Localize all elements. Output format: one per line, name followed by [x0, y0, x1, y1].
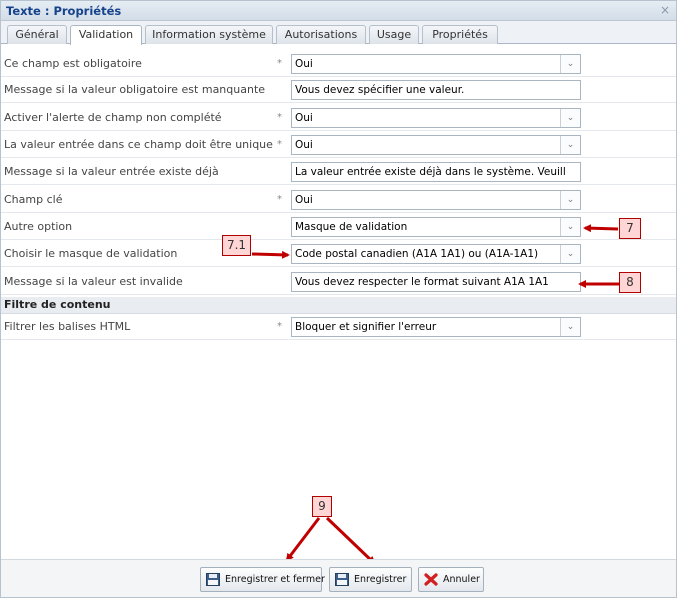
tab-properties[interactable]: Propriétés	[422, 25, 498, 44]
missing-value-message-input[interactable]: Vous devez spécifier une valeur.	[291, 80, 581, 100]
select-value: Masque de validation	[295, 221, 408, 233]
select-value: Oui	[295, 139, 313, 151]
red-x-icon	[424, 573, 438, 586]
row-incomplete-alert: Activer l'alerte de champ non complété *…	[1, 105, 676, 131]
duplicate-value-message-input[interactable]: La valeur entrée existe déjà dans le sys…	[291, 162, 581, 182]
cancel-button[interactable]: Annuler	[418, 567, 484, 592]
select-value: Oui	[295, 58, 313, 70]
required-marker: *	[277, 194, 282, 205]
tab-usage[interactable]: Usage	[369, 25, 419, 44]
arrow-9-left	[285, 517, 321, 562]
button-label: Enregistrer et fermer	[225, 574, 325, 585]
field-label: Activer l'alerte de champ non complété	[4, 111, 222, 124]
row-duplicate-message: Message si la valeur entrée existe déjà …	[1, 159, 676, 185]
select-value: Oui	[295, 112, 313, 124]
row-key-field: Champ clé * Oui ⌄	[1, 187, 676, 213]
field-label: Choisir le masque de validation	[4, 247, 178, 260]
required-marker: *	[277, 58, 282, 69]
window-titlebar: Texte : Propriétés ×	[1, 1, 676, 21]
chevron-down-icon[interactable]: ⌄	[560, 318, 580, 336]
row-html-filter: Filtrer les balises HTML * Bloquer et si…	[1, 314, 676, 340]
floppy-disk-icon	[335, 573, 349, 586]
row-validation-mask: Choisir le masque de validation Code pos…	[1, 241, 676, 267]
chevron-down-icon[interactable]: ⌄	[560, 55, 580, 73]
save-button[interactable]: Enregistrer	[329, 567, 412, 592]
window-title: Texte : Propriétés	[6, 4, 122, 18]
row-other-option: Autre option Masque de validation ⌄	[1, 214, 676, 240]
field-label: Champ clé	[4, 193, 63, 206]
tab-system-information[interactable]: Information système	[145, 25, 273, 44]
field-label: Message si la valeur entrée existe déjà	[4, 165, 219, 178]
tab-permissions[interactable]: Autorisations	[276, 25, 366, 44]
section-content-filter: Filtre de contenu	[1, 297, 676, 314]
callout-8: 8	[619, 272, 641, 293]
required-select[interactable]: Oui ⌄	[291, 54, 581, 74]
row-required-field: Ce champ est obligatoire * Oui ⌄	[1, 51, 676, 77]
chevron-down-icon[interactable]: ⌄	[560, 136, 580, 154]
save-and-close-button[interactable]: Enregistrer et fermer	[200, 567, 325, 592]
arrow-9-right	[325, 516, 376, 565]
callout-7: 7	[619, 218, 641, 239]
field-label: Message si la valeur est invalide	[4, 275, 183, 288]
tab-general[interactable]: Général	[7, 25, 67, 44]
close-icon[interactable]: ×	[660, 3, 670, 17]
select-value: Oui	[295, 194, 313, 206]
row-invalid-message: Message si la valeur est invalide Vous d…	[1, 269, 676, 295]
field-label: Message si la valeur obligatoire est man…	[4, 83, 266, 96]
callout-9: 9	[312, 496, 332, 517]
html-filter-select[interactable]: Bloquer et signifier l'erreur ⌄	[291, 317, 581, 337]
chevron-down-icon[interactable]: ⌄	[560, 191, 580, 209]
field-label: La valeur entrée dans ce champ doit être…	[4, 138, 273, 151]
tab-strip: Général Validation Information système A…	[1, 21, 676, 45]
validation-mask-select[interactable]: Code postal canadien (A1A 1A1) ou (A1A-1…	[291, 244, 581, 264]
button-bar: Enregistrer et fermer Enregistrer Annule…	[1, 559, 676, 597]
required-marker: *	[277, 112, 282, 123]
unique-value-select[interactable]: Oui ⌄	[291, 135, 581, 155]
other-option-select[interactable]: Masque de validation ⌄	[291, 217, 581, 237]
select-value: Bloquer et signifier l'erreur	[295, 321, 437, 333]
chevron-down-icon[interactable]: ⌄	[560, 218, 580, 236]
key-field-select[interactable]: Oui ⌄	[291, 190, 581, 210]
incomplete-alert-select[interactable]: Oui ⌄	[291, 108, 581, 128]
required-marker: *	[277, 321, 282, 332]
button-label: Enregistrer	[354, 574, 407, 585]
row-unique-value: La valeur entrée dans ce champ doit être…	[1, 132, 676, 158]
field-label: Ce champ est obligatoire	[4, 57, 142, 70]
field-label: Autre option	[4, 220, 73, 233]
row-missing-message: Message si la valeur obligatoire est man…	[1, 77, 676, 103]
chevron-down-icon[interactable]: ⌄	[560, 109, 580, 127]
properties-window: Texte : Propriétés × Général Validation …	[0, 0, 677, 598]
field-label: Filtrer les balises HTML	[4, 320, 131, 333]
callout-7-1: 7.1	[222, 235, 251, 256]
button-label: Annuler	[443, 574, 480, 585]
tab-validation[interactable]: Validation	[70, 25, 142, 45]
save-close-icon	[206, 573, 220, 586]
invalid-value-message-input[interactable]: Vous devez respecter le format suivant A…	[291, 272, 581, 292]
chevron-down-icon[interactable]: ⌄	[560, 245, 580, 263]
required-marker: *	[277, 139, 282, 150]
select-value: Code postal canadien (A1A 1A1) ou (A1A-1…	[295, 248, 539, 260]
